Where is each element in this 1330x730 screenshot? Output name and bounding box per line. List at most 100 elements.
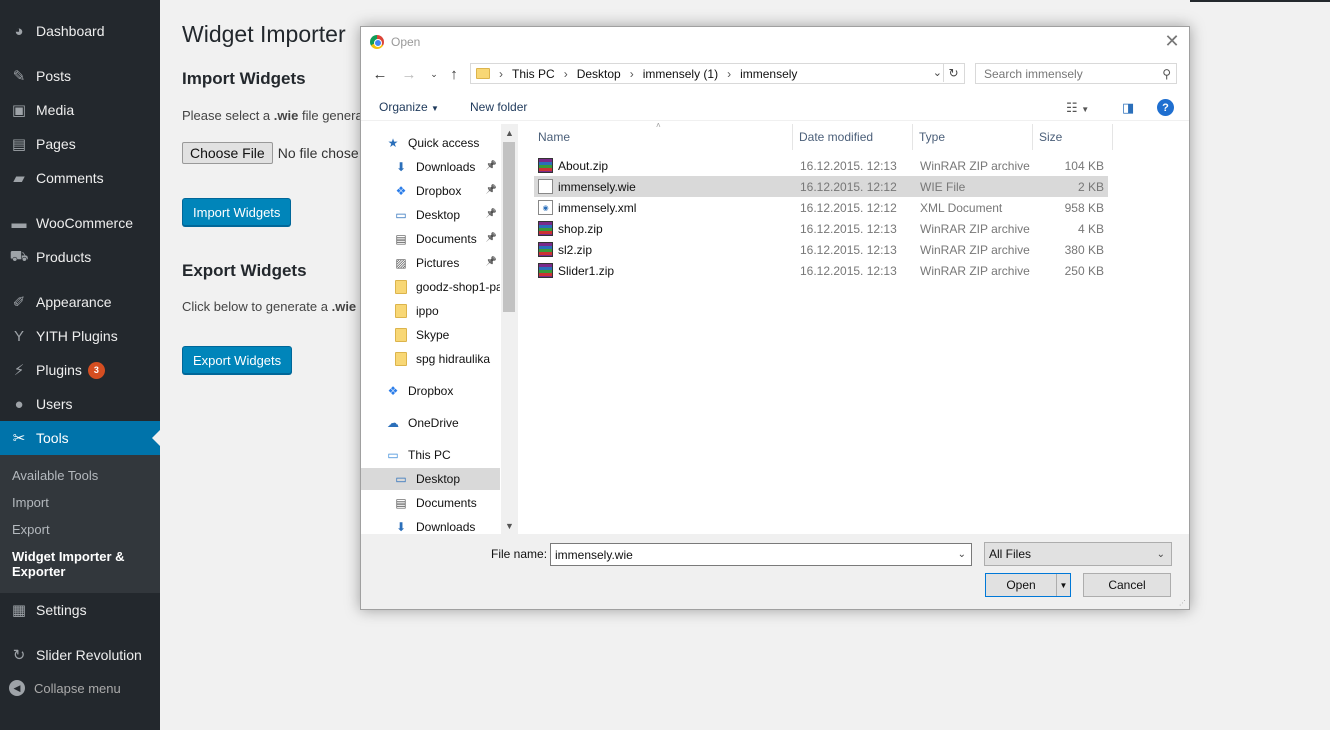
close-icon[interactable]: ✕ <box>1161 30 1183 52</box>
import-widgets-button[interactable]: Import Widgets <box>182 198 292 226</box>
file-row[interactable]: shop.zip 16.12.2015. 12:13 WinRAR ZIP arch… <box>534 218 1108 239</box>
export-widgets-button[interactable]: Export Widgets <box>182 346 293 374</box>
sidebar-item-appearance[interactable]: ✐ Appearance <box>0 285 160 319</box>
nav-item-goodz-shop1-pa[interactable]: goodz-shop1-pa <box>393 276 500 298</box>
nav-item-label: Downloads <box>416 160 476 174</box>
file-row[interactable]: ◉ immensely.xml 16.12.2015. 12:12 XML Docum… <box>534 197 1108 218</box>
chevron-down-icon[interactable]: ⌄ <box>933 66 942 79</box>
submenu-item-import[interactable]: Import <box>12 495 49 510</box>
brush-icon: ✐ <box>12 294 26 311</box>
nav-scroll-thumb[interactable] <box>503 142 515 312</box>
column-date-modified[interactable]: Date modified <box>793 124 913 150</box>
open-split-arrow-icon[interactable]: ▼ <box>1056 574 1070 596</box>
file-row[interactable]: sl2.zip 16.12.2015. 12:13 WinRAR ZIP archi… <box>534 239 1108 260</box>
sidebar-item-pages[interactable]: ▤ Pages <box>0 127 160 161</box>
nav-item-documents[interactable]: ▤ Documents 📌 <box>393 228 500 250</box>
up-arrow-icon[interactable]: ↑ <box>444 63 464 85</box>
breadcrumb-item[interactable]: Desktop <box>577 67 621 81</box>
file-row[interactable]: immensely.wie 16.12.2015. 12:12 WIE File 2 … <box>534 176 1108 197</box>
nav-item-label: Downloads <box>416 520 476 534</box>
star-icon: ★ <box>387 136 399 150</box>
collapse-menu-button[interactable]: ◀ Collapse menu <box>9 680 121 696</box>
sidebar-item-plugins[interactable]: ⚡ Plugins 3 <box>0 353 160 387</box>
nav-item-onedrive[interactable]: ☁ OneDrive <box>385 412 500 434</box>
computer-icon: ▭ <box>387 448 399 462</box>
file-row[interactable]: About.zip 16.12.2015. 12:13 WinRAR ZIP arc… <box>534 155 1108 176</box>
sidebar-item-products[interactable]: ⛟ Products <box>0 240 160 274</box>
help-icon[interactable]: ? <box>1157 99 1174 116</box>
sidebar-item-yith-plugins[interactable]: Y YITH Plugins <box>0 319 160 353</box>
collapse-arrow-icon: ◀ <box>9 680 25 696</box>
desktop-icon: ▭ <box>395 208 407 222</box>
chevron-right-icon[interactable]: › <box>499 67 503 81</box>
file-name: immensely.xml <box>558 201 637 215</box>
nav-item-label: Desktop <box>416 472 461 486</box>
plugin-icon: ⚡ <box>13 362 25 379</box>
nav-item-spg-hidraulika[interactable]: spg hidraulika <box>393 348 500 370</box>
pin-icon: 📌 <box>485 232 497 242</box>
cancel-button[interactable]: Cancel <box>1083 573 1171 597</box>
scroll-down-icon[interactable]: ▼ <box>501 517 518 534</box>
submenu-item-available-tools[interactable]: Available Tools <box>12 468 98 483</box>
file-name-input[interactable]: immensely.wie ⌄ <box>550 543 972 566</box>
nav-item-pictures[interactable]: ▨ Pictures 📌 <box>393 252 500 274</box>
submenu-item-widget-importer[interactable]: Widget Importer & <box>12 549 125 564</box>
file-type-select[interactable]: All Files ⌄ <box>984 542 1172 566</box>
column-size[interactable]: Size <box>1033 124 1113 150</box>
file-type: WinRAR ZIP archive <box>920 159 1030 173</box>
recent-dropdown-icon[interactable]: ⌄ <box>424 63 444 85</box>
nav-item-ippo[interactable]: ippo <box>393 300 500 322</box>
sidebar-item-users[interactable]: ● Users <box>0 387 160 421</box>
submenu-item-export[interactable]: Export <box>12 522 50 537</box>
new-folder-button[interactable]: New folder <box>470 100 527 114</box>
breadcrumb-item[interactable]: immensely <box>740 67 797 81</box>
sidebar-item-settings[interactable]: ▦ Settings <box>0 593 160 627</box>
sidebar-item-tools[interactable]: ✂ Tools <box>0 421 160 455</box>
scroll-up-icon[interactable]: ▲ <box>501 124 518 141</box>
sidebar-item-dashboard[interactable]: ◕ Dashboard <box>0 14 160 48</box>
forward-arrow-icon[interactable]: → <box>399 63 419 85</box>
submenu-item-widget-importer[interactable]: Exporter <box>12 564 65 579</box>
view-options-icon[interactable]: ☷ ▼ <box>1066 100 1089 116</box>
organize-button[interactable]: Organize ▼ <box>379 100 439 114</box>
nav-item-dropbox[interactable]: ❖ Dropbox 📌 <box>393 180 500 202</box>
admin-bar-edge <box>1190 0 1330 2</box>
back-arrow-icon[interactable]: ← <box>370 63 390 85</box>
nav-item-quick-access[interactable]: ★ Quick access <box>385 132 500 154</box>
choose-file-button[interactable]: Choose File <box>182 142 273 164</box>
chevron-right-icon[interactable]: › <box>564 67 568 81</box>
nav-item-this-pc[interactable]: ▭ This PC <box>385 444 500 466</box>
column-name[interactable]: Name <box>532 124 793 150</box>
sidebar-item-woocommerce[interactable]: ▬ WooCommerce <box>0 206 160 240</box>
search-input[interactable]: Search immensely ⚲ <box>975 63 1177 84</box>
sidebar-item-slider-revolution[interactable]: ↻ Slider Revolution <box>0 638 160 672</box>
sidebar-item-comments[interactable]: ▰ Comments <box>0 161 160 195</box>
file-name-value: immensely.wie <box>555 547 633 562</box>
breadcrumb-item[interactable]: This PC <box>512 67 555 81</box>
nav-item-dropbox[interactable]: ❖ Dropbox <box>385 380 500 402</box>
folder-icon <box>476 68 490 79</box>
search-placeholder: Search immensely <box>984 66 1083 81</box>
sidebar-item-media[interactable]: ▣ Media <box>0 93 160 127</box>
nav-item-downloads[interactable]: ⬇ Downloads 📌 <box>393 156 500 178</box>
nav-item-documents[interactable]: ▤ Documents <box>393 492 500 514</box>
sidebar-item-label: Comments <box>36 170 104 186</box>
nav-item-desktop[interactable]: ▭ Desktop <box>361 468 500 490</box>
column-type[interactable]: Type <box>913 124 1033 150</box>
file-row[interactable]: Slider1.zip 16.12.2015. 12:13 WinRAR ZIP a… <box>534 260 1108 281</box>
open-button[interactable]: Open ▼ <box>985 573 1071 597</box>
resize-grip-icon[interactable]: ⋰ <box>1179 599 1187 607</box>
nav-item-skype[interactable]: Skype <box>393 324 500 346</box>
preview-pane-icon[interactable]: ◨ <box>1122 100 1134 116</box>
nav-item-label: Quick access <box>408 136 480 150</box>
chevron-right-icon[interactable]: › <box>630 67 634 81</box>
chevron-down-icon[interactable]: ⌄ <box>958 549 966 560</box>
breadcrumb-item[interactable]: immensely (1) <box>643 67 718 81</box>
winrar-archive-icon <box>538 263 553 278</box>
chevron-down-icon: ⌄ <box>1156 549 1165 560</box>
chevron-right-icon[interactable]: › <box>727 67 731 81</box>
address-bar[interactable]: › This PC › Desktop › immensely (1) › immensely… <box>470 63 965 84</box>
nav-item-desktop[interactable]: ▭ Desktop 📌 <box>393 204 500 226</box>
sidebar-item-posts[interactable]: ✎ Posts <box>0 59 160 93</box>
refresh-icon[interactable]: ↻ <box>943 63 963 82</box>
